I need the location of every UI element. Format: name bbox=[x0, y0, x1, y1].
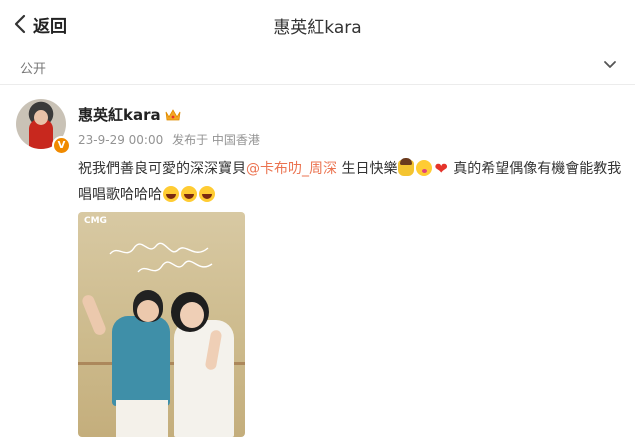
laugh-icon bbox=[199, 186, 215, 202]
person1-face bbox=[137, 300, 159, 322]
post-text: 祝我們善良可愛的深深寶貝@卡布叻_周深 生日快樂 ❤ 真的希望偶像有機會能教我唱唱… bbox=[78, 156, 623, 208]
person1-body bbox=[112, 316, 170, 406]
visibility-label: 公开 bbox=[20, 62, 47, 77]
post-text-part2: 生日快樂 bbox=[337, 161, 398, 177]
person2-face bbox=[180, 302, 204, 328]
person1-arm bbox=[80, 293, 108, 337]
image-logo: CMG bbox=[84, 216, 107, 226]
author-name[interactable]: 惠英紅kara bbox=[78, 104, 161, 125]
post-timestamp[interactable]: 23-9-29 00:00 bbox=[78, 133, 163, 147]
heart-icon: ❤ bbox=[434, 159, 448, 178]
handwriting-decoration bbox=[109, 242, 213, 273]
post-source: 发布于 中国香港 bbox=[172, 133, 260, 147]
mention-link[interactable]: @卡布叻_周深 bbox=[246, 161, 337, 177]
chevron-down-icon bbox=[604, 61, 616, 68]
top-bar: 返回 惠英紅kara bbox=[0, 0, 635, 49]
post-meta: 23-9-29 00:00 发布于 中国香港 bbox=[78, 131, 265, 148]
post-text-part1: 祝我們善良可愛的深深寶貝 bbox=[78, 161, 246, 177]
person2-body bbox=[174, 320, 234, 437]
page-title: 惠英紅kara bbox=[273, 18, 362, 38]
laugh-icon bbox=[163, 186, 179, 202]
post-image[interactable]: CMG bbox=[78, 212, 245, 437]
verified-badge-icon: V bbox=[52, 136, 71, 155]
kiss-icon bbox=[416, 160, 433, 176]
author-row: 惠英紅kara bbox=[78, 104, 181, 125]
cake-icon bbox=[398, 158, 415, 176]
avatar-face bbox=[34, 110, 48, 125]
weibo-post: V 惠英紅kara 23-9-29 00:00 发布于 中国香港 祝我們善良可愛… bbox=[0, 85, 635, 446]
laugh-icon bbox=[181, 186, 197, 202]
visibility-selector[interactable]: 公开 bbox=[0, 48, 635, 85]
person1-legs bbox=[116, 400, 168, 437]
crown-icon bbox=[165, 108, 181, 120]
